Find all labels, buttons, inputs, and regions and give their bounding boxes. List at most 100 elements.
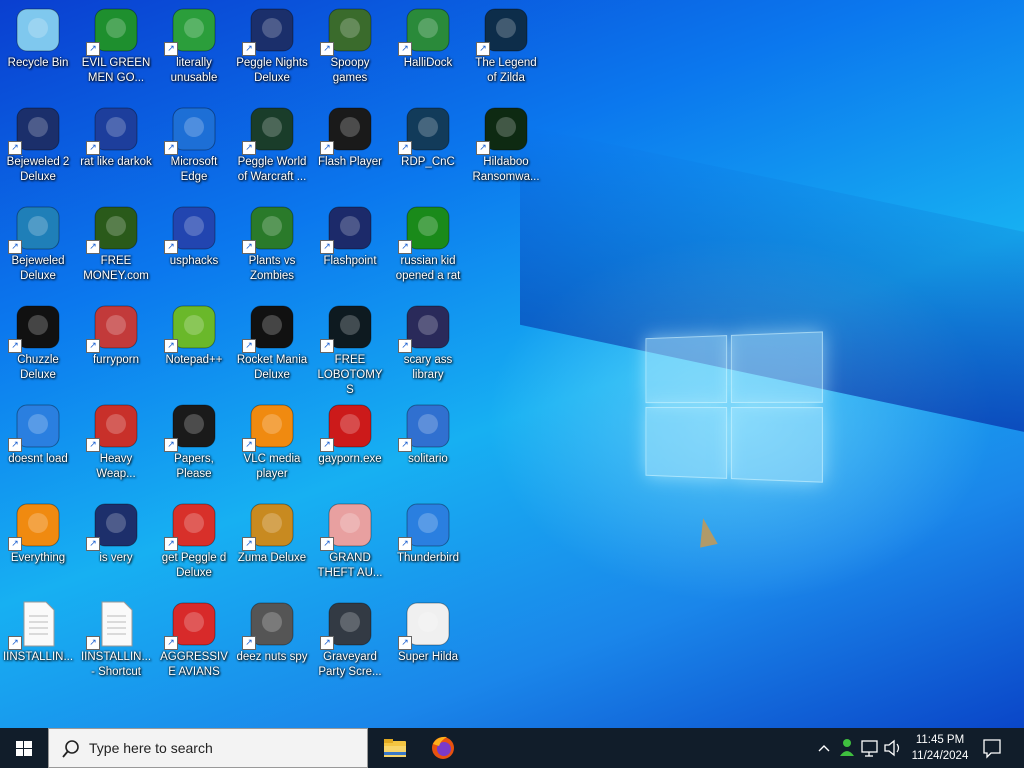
desktop-shortcut[interactable]: ↗ Bejeweled 2 Deluxe bbox=[0, 105, 76, 185]
taskbar-file-explorer[interactable] bbox=[371, 728, 419, 768]
shortcut-arrow-icon: ↗ bbox=[164, 141, 178, 155]
desktop-shortcut[interactable]: ↗ russian kid opened a rat bbox=[390, 204, 466, 284]
windows-stack-icon: ↗ bbox=[242, 600, 296, 650]
vlc-icon: ↗ bbox=[242, 402, 296, 452]
chuzzle-icon: ↗ bbox=[8, 303, 62, 353]
desktop-shortcut-label: Plants vs Zombies bbox=[248, 255, 296, 282]
desktop-shortcut[interactable]: ↗ Everything bbox=[0, 501, 76, 566]
cursor-icon bbox=[694, 516, 718, 548]
shortcut-arrow-icon: ↗ bbox=[8, 339, 22, 353]
desktop-shortcut-label: EVIL GREEN MEN GO... bbox=[81, 57, 151, 84]
desktop-shortcut-label: Graveyard Party Scre... bbox=[318, 651, 382, 678]
folder-icon bbox=[384, 739, 406, 757]
desktop-shortcut-label: Thunderbird bbox=[396, 552, 459, 564]
desktop-shortcut[interactable]: ↗ furryporn bbox=[78, 303, 154, 368]
recycle-bin-icon bbox=[14, 6, 62, 54]
desktop-shortcut[interactable]: ↗ The Legend of Zilda bbox=[468, 6, 544, 86]
shortcut-arrow-icon: ↗ bbox=[164, 42, 178, 56]
taskbar-firefox[interactable] bbox=[419, 728, 467, 768]
chevron-up-icon bbox=[818, 745, 830, 752]
desktop-shortcut[interactable]: ↗ Notepad++ bbox=[156, 303, 232, 368]
desktop-shortcut-label: is very bbox=[99, 552, 133, 564]
action-center-button[interactable] bbox=[982, 728, 1002, 768]
desktop-shortcut[interactable]: ↗ Flash Player bbox=[312, 105, 388, 170]
desktop-shortcut[interactable]: ↗ doesnt load bbox=[0, 402, 76, 467]
desktop-shortcut[interactable]: ↗ Flashpoint bbox=[312, 204, 388, 269]
desktop-shortcut[interactable]: ↗ usphacks bbox=[156, 204, 232, 269]
start-button[interactable] bbox=[0, 728, 48, 768]
desktop-shortcut[interactable]: ↗ AGGRESSIVE AVIANS bbox=[156, 600, 232, 680]
desktop-shortcut[interactable]: ↗ Peggle World of Warcraft ... bbox=[234, 105, 310, 185]
anime-girl-icon: ↗ bbox=[320, 501, 374, 551]
shortcut-arrow-icon: ↗ bbox=[242, 636, 256, 650]
desktop-shortcut-label: VLC media player bbox=[243, 453, 301, 480]
desktop-shortcut-label: Bejeweled 2 Deluxe bbox=[6, 156, 70, 183]
desktop-shortcut[interactable]: Recycle Bin bbox=[0, 6, 76, 71]
shortcut-arrow-icon: ↗ bbox=[476, 141, 490, 155]
notepad-plus-icon: ↗ bbox=[164, 303, 218, 353]
solitaire-icon: ↗ bbox=[398, 402, 452, 452]
desktop-shortcut[interactable]: ↗ Zuma Deluxe bbox=[234, 501, 310, 566]
desktop-shortcut[interactable]: ↗ Rocket Mania Deluxe bbox=[234, 303, 310, 383]
desktop-shortcut-label: IINSTALLIN... bbox=[2, 651, 74, 663]
shortcut-arrow-icon: ↗ bbox=[8, 438, 22, 452]
shortcut-arrow-icon: ↗ bbox=[242, 438, 256, 452]
desktop-shortcut-label: Bejeweled Deluxe bbox=[11, 255, 65, 282]
desktop-shortcut[interactable]: ↗ Hildaboo Ransomwa... bbox=[468, 105, 544, 185]
shortcut-arrow-icon: ↗ bbox=[320, 141, 334, 155]
desktop-shortcut[interactable]: ↗ deez nuts spy bbox=[234, 600, 310, 665]
person-tray-icon bbox=[840, 739, 854, 756]
desktop-shortcut[interactable]: ↗ is very bbox=[78, 501, 154, 566]
desktop-shortcut-label: Papers, Please bbox=[174, 453, 214, 480]
desktop-shortcut[interactable]: ↗ solitario bbox=[390, 402, 466, 467]
desktop-shortcut[interactable]: ↗ Plants vs Zombies bbox=[234, 204, 310, 284]
shortcut-arrow-icon: ↗ bbox=[242, 42, 256, 56]
desktop-shortcut[interactable]: ↗ Chuzzle Deluxe bbox=[0, 303, 76, 383]
shortcut-arrow-icon: ↗ bbox=[320, 636, 334, 650]
graveyard-icon: ↗ bbox=[320, 600, 374, 650]
desktop-shortcut[interactable]: ↗ IINSTALLIN... - Shortcut bbox=[78, 600, 154, 680]
desktop-shortcut[interactable]: ↗ Papers, Please bbox=[156, 402, 232, 482]
shortcut-arrow-icon: ↗ bbox=[164, 339, 178, 353]
taskbar-search-box[interactable]: Type here to search bbox=[48, 728, 368, 768]
desktop-shortcut[interactable]: ↗ FREE LOBOTOMYS bbox=[312, 303, 388, 398]
rdp-icon: ↗ bbox=[398, 105, 452, 155]
desktop-shortcut[interactable]: ↗ Microsoft Edge bbox=[156, 105, 232, 185]
desktop-shortcut[interactable]: ↗ Super Hilda bbox=[390, 600, 466, 665]
desktop-shortcut[interactable]: ↗ RDP_CnC bbox=[390, 105, 466, 170]
shortcut-arrow-icon: ↗ bbox=[8, 537, 22, 551]
desktop-shortcut[interactable]: ↗ Bejeweled Deluxe bbox=[0, 204, 76, 284]
desktop-shortcut[interactable]: ↗ gayporn.exe bbox=[312, 402, 388, 467]
desktop-shortcut[interactable]: ↗ FREE MONEY.com bbox=[78, 204, 154, 284]
desktop-shortcut[interactable]: ↗ HalliDock bbox=[390, 6, 466, 71]
show-hidden-icons-button[interactable] bbox=[813, 728, 835, 768]
desktop-shortcut[interactable]: ↗ literally unusable bbox=[156, 6, 232, 86]
desktop-shortcut[interactable]: ↗ VLC media player bbox=[234, 402, 310, 482]
desktop-shortcut-label: Zuma Deluxe bbox=[237, 552, 307, 564]
shortcut-arrow-icon: ↗ bbox=[164, 636, 178, 650]
desktop-shortcut[interactable]: ↗ get Peggle d Deluxe bbox=[156, 501, 232, 581]
desktop-shortcut[interactable]: ↗ Peggle Nights Deluxe bbox=[234, 6, 310, 86]
desktop-shortcut[interactable]: ↗ Heavy Weap... bbox=[78, 402, 154, 482]
desktop-shortcut[interactable]: ↗ Spoopy games bbox=[312, 6, 388, 86]
desktop-shortcut[interactable]: ↗ rat like darkok bbox=[78, 105, 154, 170]
tray-user-app[interactable] bbox=[836, 728, 858, 768]
desktop-shortcut[interactable]: ↗ Graveyard Party Scre... bbox=[312, 600, 388, 680]
desktop-shortcut[interactable]: ↗ Thunderbird bbox=[390, 501, 466, 566]
tray-network[interactable] bbox=[859, 728, 881, 768]
shortcut-arrow-icon: ↗ bbox=[320, 438, 334, 452]
desktop-shortcut[interactable]: ↗ IINSTALLIN... bbox=[0, 600, 76, 665]
taskbar: Type here to search 11:45 PM 11/24/2024 bbox=[0, 728, 1024, 768]
tray-volume[interactable] bbox=[882, 728, 904, 768]
shortcut-arrow-icon: ↗ bbox=[164, 438, 178, 452]
shortcut-arrow-icon: ↗ bbox=[86, 636, 100, 650]
shortcut-arrow-icon: ↗ bbox=[398, 42, 412, 56]
taskbar-clock[interactable]: 11:45 PM 11/24/2024 bbox=[905, 732, 975, 764]
desktop-shortcut[interactable]: ↗ GRAND THEFT AU... bbox=[312, 501, 388, 581]
windows-start-icon bbox=[16, 741, 32, 756]
desktop-shortcut-label: scary ass library bbox=[403, 354, 453, 381]
desktop-shortcut-label: Chuzzle Deluxe bbox=[17, 354, 59, 381]
desktop-shortcut[interactable]: ↗ EVIL GREEN MEN GO... bbox=[78, 6, 154, 86]
thunderbird-icon: ↗ bbox=[8, 402, 62, 452]
desktop-shortcut[interactable]: ↗ scary ass library bbox=[390, 303, 466, 383]
